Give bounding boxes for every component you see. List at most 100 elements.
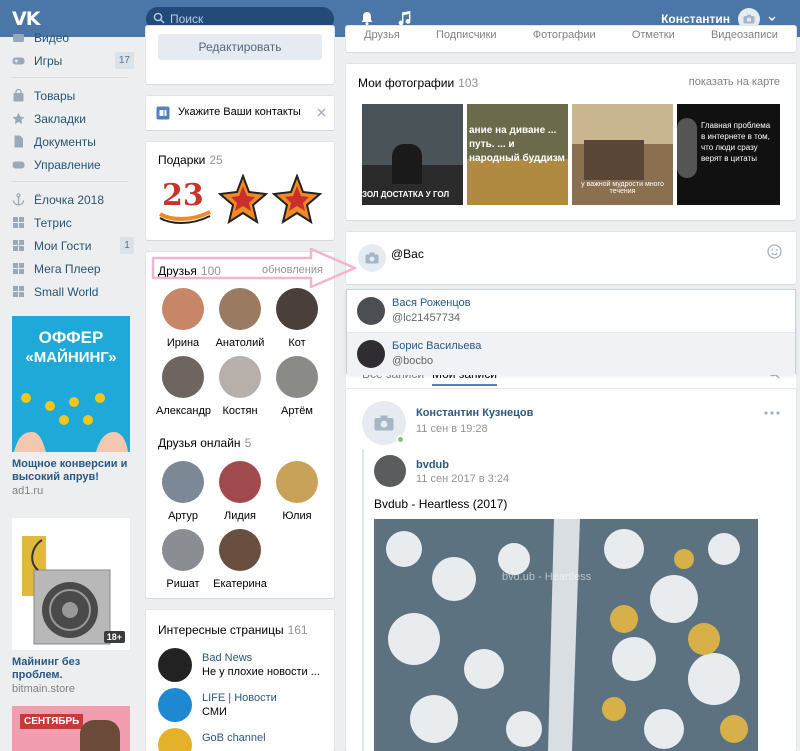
gifts-count: 25 <box>209 153 223 167</box>
search-icon <box>153 12 165 24</box>
coins-illustration <box>14 393 128 452</box>
more-options-icon[interactable] <box>764 411 780 415</box>
ad-mining-hardware[interactable]: 18+ Майнинг без проблем. bitmain.store <box>12 518 130 695</box>
gift-item[interactable] <box>218 174 268 226</box>
gifts-header[interactable]: Подарки 25 <box>158 153 223 167</box>
friends-header[interactable]: Друзья 100 <box>158 264 221 278</box>
profile-edit-card: Редактировать <box>146 26 334 84</box>
grid-icon <box>13 240 24 251</box>
friend-item[interactable]: Артём <box>270 356 324 417</box>
nav-item-my-guests[interactable]: Мои Гости 1 <box>0 234 140 257</box>
page-item[interactable]: LIFE | Новости СМИ <box>158 688 328 724</box>
pages-header[interactable]: Интересные страницы 161 <box>158 623 308 637</box>
post-date[interactable]: 11 сен в 19:28 <box>416 423 488 435</box>
friend-name: Анатолий <box>215 337 265 349</box>
tab-videos[interactable]: Видеозаписи <box>711 29 778 41</box>
friend-online-item[interactable]: Артур <box>156 461 210 522</box>
gifts-title: Подарки <box>158 153 206 167</box>
composer-input[interactable] <box>391 245 591 263</box>
page-item[interactable]: Bad News Не у плохие новости ... <box>158 648 328 684</box>
tab-friends[interactable]: Друзья <box>364 29 400 41</box>
friends-online-header[interactable]: Друзья онлайн 5 <box>158 436 251 450</box>
edit-profile-button[interactable]: Редактировать <box>158 34 322 60</box>
friend-name: Кот <box>288 337 306 349</box>
friend-online-item[interactable]: Ришат <box>156 529 210 590</box>
ad-mining-offer[interactable]: ОФФЕР «МАЙНИНГ» Мощное конверсии и высок… <box>12 316 130 497</box>
page-item[interactable]: GoB channel <box>158 728 328 751</box>
friends-online-title: Друзья онлайн <box>158 436 241 450</box>
friend-online-item[interactable]: Юлия <box>270 461 324 522</box>
photos-count: 103 <box>458 76 479 90</box>
photo-thumbnail[interactable]: у важной мудрости много течения <box>572 104 673 205</box>
photo-thumbnail[interactable]: ЗОЛ ДОСТАТКА У ГОЛ <box>362 104 463 205</box>
friend-item[interactable]: Александр <box>156 356 211 417</box>
contacts-prompt-card[interactable]: Укажите Ваши контакты <box>146 96 334 130</box>
ad-september[interactable]: СЕНТЯБРЬ <box>12 706 130 751</box>
nav-item-label: Ёлочка 2018 <box>34 192 105 207</box>
nav-item-goods[interactable]: Товары <box>0 84 140 107</box>
friend-item[interactable]: Анатолий <box>213 288 267 349</box>
repost-author-name[interactable]: bvdub <box>416 459 449 471</box>
ad-title[interactable]: Мощное конверсии и высокий апрув! <box>12 458 130 484</box>
nav-item-games[interactable]: Игры 17 <box>0 49 140 72</box>
friend-online-item[interactable]: Екатерина <box>213 529 267 590</box>
suggestion-avatar <box>357 297 385 325</box>
nav-item-elochka[interactable]: Ёлочка 2018 <box>0 188 140 211</box>
friend-name: Лидия <box>224 510 256 522</box>
friend-item[interactable]: Ирина <box>156 288 210 349</box>
nav-item-tetris[interactable]: Тетрис <box>0 211 140 234</box>
close-icon[interactable] <box>317 108 326 117</box>
nav-item-label: Тетрис <box>34 215 72 230</box>
nav-item-video[interactable]: Видео <box>0 26 140 49</box>
post-author-avatar[interactable] <box>362 401 406 445</box>
friends-updates-link[interactable]: обновления <box>262 264 323 276</box>
nav-item-bookmarks[interactable]: Закладки <box>0 107 140 130</box>
tab-photos[interactable]: Фотографии <box>533 29 596 41</box>
ad-title[interactable]: Майнинг без проблем. <box>12 656 130 682</box>
friend-item[interactable]: Кот <box>270 288 324 349</box>
nav-item-label: Мега Плеер <box>34 261 101 276</box>
friend-online-item[interactable]: Лидия <box>213 461 267 522</box>
page-description: СМИ <box>202 706 227 718</box>
friend-name: Артём <box>281 405 313 417</box>
photo-thumbnail[interactable]: ание на диване ... путь. ... и народный … <box>467 104 568 205</box>
emoji-icon[interactable] <box>767 244 782 259</box>
friend-avatar <box>276 288 318 330</box>
tab-marks[interactable]: Отметки <box>632 29 675 41</box>
pages-title: Интересные страницы <box>158 623 284 637</box>
post-image[interactable]: bvd.ub - Heartless <box>374 519 758 751</box>
gifts-card: Подарки 25 23 <box>146 142 334 240</box>
friend-avatar <box>276 461 318 503</box>
friend-item[interactable]: Костян <box>213 356 267 417</box>
friend-avatar <box>162 461 204 503</box>
repost-author-avatar[interactable] <box>374 455 406 487</box>
nav-item-small-world[interactable]: Small World <box>0 280 140 303</box>
left-navigation: Видео Игры 17 Товары Закладки Документы … <box>0 31 140 303</box>
friend-avatar <box>162 288 204 330</box>
ad-banner: СЕНТЯБРЬ <box>12 706 130 751</box>
friend-name: Ришат <box>166 578 200 590</box>
post-author-name[interactable]: Константин Кузнецов <box>416 407 533 419</box>
page-avatar <box>158 688 192 722</box>
vk-logo[interactable]: VK <box>12 8 42 30</box>
suggestion-item[interactable]: Вася Роженцов @lc21457734 <box>347 290 795 332</box>
ad-banner-line2: «МАЙНИНГ» <box>25 349 117 366</box>
music-icon[interactable] <box>396 10 412 26</box>
nav-item-management[interactable]: Управление <box>0 153 140 176</box>
gift-item[interactable]: 23 <box>156 174 214 226</box>
bell-icon[interactable] <box>359 10 375 26</box>
show-on-map-link[interactable]: показать на карте <box>689 76 780 88</box>
photo-thumbnail[interactable]: Главная проблема в интернете в том, что … <box>677 104 780 205</box>
nav-item-documents[interactable]: Документы <box>0 130 140 153</box>
suggestion-handle: @lc21457734 <box>392 312 461 324</box>
photos-header[interactable]: Мои фотографии 103 <box>358 76 478 90</box>
games-count-badge: 17 <box>114 52 134 69</box>
nav-item-mega-player[interactable]: Мега Плеер <box>0 257 140 280</box>
suggestion-item[interactable]: Борис Васильева @bocbo <box>347 333 795 375</box>
bag-icon <box>13 89 24 102</box>
repost-date[interactable]: 11 сен 2017 в 3:24 <box>416 473 509 485</box>
anchor-icon <box>12 193 25 206</box>
nav-item-label: Игры <box>34 53 63 68</box>
gift-item[interactable] <box>272 174 322 226</box>
tab-followers[interactable]: Подписчики <box>436 29 497 41</box>
